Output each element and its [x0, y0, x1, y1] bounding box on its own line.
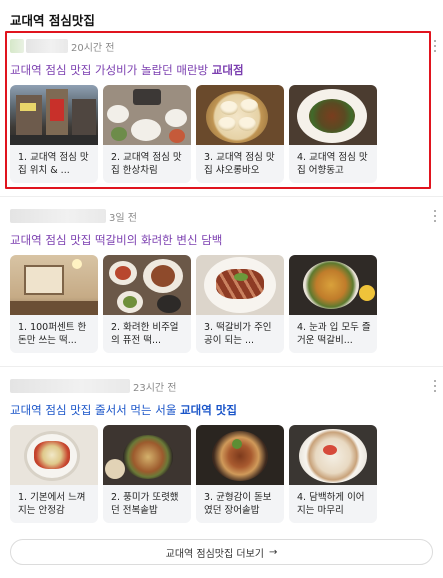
thumbnail-eel-pot-rice: [196, 425, 284, 485]
result-title-highlight: 교대점: [211, 63, 244, 77]
card-caption: 4. 담백하게 이어지는 마무리: [297, 492, 365, 516]
thumbnail-food-spread: [103, 255, 191, 315]
result-title-link[interactable]: 교대역 점심 맛집 떡갈비의 화려한 변신 담백: [10, 232, 222, 248]
more-options-icon[interactable]: [431, 38, 439, 54]
card-caption: 4. 눈과 입 모두 즐거운 떡갈비...: [297, 322, 371, 346]
result-meta: 23시간 전: [10, 376, 177, 396]
image-card[interactable]: 2. 교대역 점심 맛집 한상차림: [103, 85, 191, 183]
result-title-link[interactable]: 교대역 점심 맛집 가성비가 놀랍던 매란방 교대점: [10, 62, 244, 78]
thumbnail-stir-fry: [289, 85, 377, 145]
result-title-link[interactable]: 교대역 점심 맛집 줄서서 먹는 서울 교대역 맛집: [10, 402, 237, 418]
card-caption: 1. 기본에서 느껴지는 안정감: [18, 492, 86, 516]
image-card[interactable]: 1. 기본에서 느껴지는 안정감: [10, 425, 98, 523]
thumbnail-street-view: [10, 85, 98, 145]
thumbnail-rice-bowl: [289, 255, 377, 315]
image-card[interactable]: 4. 담백하게 이어지는 마무리: [289, 425, 377, 523]
image-card-row: 1. 교대역 점심 맛집 위치 & ... 2. 교대역 점심 맛집 한상차림 …: [10, 85, 377, 183]
card-caption: 4. 교대역 점심 맛집 어향동고: [297, 152, 368, 176]
thumbnail-grilled-meat: [196, 255, 284, 315]
blurred-avatar: [10, 39, 24, 53]
image-card[interactable]: 2. 화려한 비주얼의 퓨전 떡...: [103, 255, 191, 353]
result-title-text: 교대역 점심 맛집 가성비가 놀랍던 매란방: [10, 63, 212, 77]
card-caption: 1. 100퍼센트 한돈만 쓰는 떡...: [18, 322, 87, 346]
section-title: 교대역 점심맛집: [10, 13, 95, 28]
thumbnail-restaurant-interior: [10, 255, 98, 315]
more-results-button[interactable]: 교대역 점심맛집 더보기 →: [10, 539, 433, 565]
more-results-label: 교대역 점심맛집 더보기: [165, 548, 264, 560]
card-caption: 3. 교대역 점심 맛집 샤오롱바오: [204, 152, 275, 176]
image-card[interactable]: 2. 풍미가 또렷했던 전복솥밥: [103, 425, 191, 523]
thumbnail-abalone-pot-rice: [103, 425, 191, 485]
result-title-text: 교대역 점심 맛집 줄서서 먹는 서울: [10, 403, 181, 417]
image-card-row: 1. 기본에서 느껴지는 안정감 2. 풍미가 또렷했던 전복솥밥 3. 균형감…: [10, 425, 377, 523]
image-card[interactable]: 4. 눈과 입 모두 즐거운 떡갈비...: [289, 255, 377, 353]
thumbnail-side-dish: [10, 425, 98, 485]
thumbnail-dumplings: [196, 85, 284, 145]
blurred-author-name: [10, 209, 106, 223]
result-title-highlight: 교대역 맛집: [180, 403, 237, 417]
image-card[interactable]: 1. 100퍼센트 한돈만 쓰는 떡...: [10, 255, 98, 353]
card-caption: 3. 균형감이 돋보였던 장어솥밥: [204, 492, 272, 516]
card-caption: 2. 화려한 비주얼의 퓨전 떡...: [111, 322, 179, 346]
divider: [0, 366, 443, 367]
image-card[interactable]: 3. 교대역 점심 맛집 샤오롱바오: [196, 85, 284, 183]
timestamp: 23시간 전: [133, 382, 177, 394]
image-card[interactable]: 4. 교대역 점심 맛집 어향동고: [289, 85, 377, 183]
more-options-icon[interactable]: [431, 378, 439, 394]
blurred-author-name: [26, 39, 68, 53]
image-card[interactable]: 3. 균형감이 돋보였던 장어솥밥: [196, 425, 284, 523]
result-title-text: 교대역 점심 맛집 떡갈비의 화려한 변신 담백: [10, 233, 223, 247]
image-card[interactable]: 1. 교대역 점심 맛집 위치 & ...: [10, 85, 98, 183]
more-options-icon[interactable]: [431, 208, 439, 224]
thumbnail-soup-bowl: [289, 425, 377, 485]
timestamp: 3일 전: [109, 212, 137, 224]
search-result-1: 20시간 전 교대역 점심 맛집 가성비가 놀랍던 매란방 교대점 1. 교대역…: [0, 30, 443, 190]
card-caption: 3. 떡갈비가 주인공이 되는 ...: [204, 322, 272, 346]
arrow-right-icon: →: [268, 546, 278, 558]
timestamp: 20시간 전: [71, 42, 115, 54]
card-caption: 1. 교대역 점심 맛집 위치 & ...: [18, 152, 89, 176]
result-meta: 3일 전: [10, 206, 137, 226]
card-caption: 2. 교대역 점심 맛집 한상차림: [111, 152, 182, 176]
thumbnail-table-setting: [103, 85, 191, 145]
image-card[interactable]: 3. 떡갈비가 주인공이 되는 ...: [196, 255, 284, 353]
search-result-3: 23시간 전 교대역 점심 맛집 줄서서 먹는 서울 교대역 맛집 1. 기본에…: [0, 370, 443, 528]
card-caption: 2. 풍미가 또렷했던 전복솥밥: [111, 492, 179, 516]
image-card-row: 1. 100퍼센트 한돈만 쓰는 떡... 2. 화려한 비주얼의 퓨전 떡..…: [10, 255, 377, 353]
result-meta: 20시간 전: [10, 36, 115, 56]
blurred-author-name: [10, 379, 130, 393]
divider: [0, 196, 443, 197]
search-result-2: 3일 전 교대역 점심 맛집 떡갈비의 화려한 변신 담백 1. 100퍼센트 …: [0, 200, 443, 360]
